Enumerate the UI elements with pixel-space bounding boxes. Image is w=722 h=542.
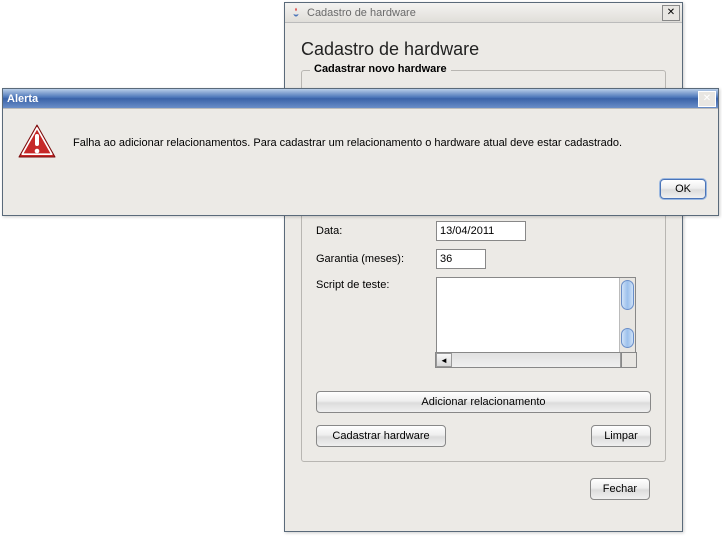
close-icon: ✕ — [703, 93, 711, 104]
alert-message: Falha ao adicionar relacionamentos. Para… — [73, 137, 622, 149]
page-title: Cadastro de hardware — [301, 39, 666, 60]
scroll-corner — [621, 352, 637, 368]
ok-button[interactable]: OK — [660, 179, 706, 199]
error-icon — [17, 123, 57, 163]
close-button[interactable]: Fechar — [590, 478, 650, 500]
clear-button[interactable]: Limpar — [591, 425, 651, 447]
data-input[interactable] — [436, 221, 526, 241]
garantia-input[interactable] — [436, 249, 486, 269]
register-hardware-button[interactable]: Cadastrar hardware — [316, 425, 446, 447]
scroll-left-icon[interactable]: ◄ — [436, 353, 452, 367]
alert-close-button[interactable]: ✕ — [698, 91, 716, 107]
add-relationship-button[interactable]: Adicionar relacionamento — [316, 391, 651, 413]
main-window-title: Cadastro de hardware — [307, 7, 662, 19]
hardware-register-window: Cadastro de hardware ✕ Cadastro de hardw… — [284, 2, 683, 532]
script-label: Script de teste: — [316, 277, 436, 291]
main-close-button[interactable]: ✕ — [662, 5, 680, 21]
horizontal-scrollbar[interactable]: ◄ ► — [435, 352, 637, 368]
alert-dialog: Alerta ✕ Falha ao adicionar relacionamen… — [2, 88, 719, 216]
java-icon — [289, 6, 303, 20]
data-label: Data: — [316, 225, 436, 237]
main-titlebar[interactable]: Cadastro de hardware ✕ — [285, 3, 682, 23]
garantia-label: Garantia (meses): — [316, 253, 436, 265]
group-title: Cadastrar novo hardware — [310, 63, 451, 75]
close-icon: ✕ — [667, 7, 675, 18]
alert-titlebar[interactable]: Alerta ✕ — [3, 89, 718, 109]
alert-title: Alerta — [7, 93, 698, 105]
